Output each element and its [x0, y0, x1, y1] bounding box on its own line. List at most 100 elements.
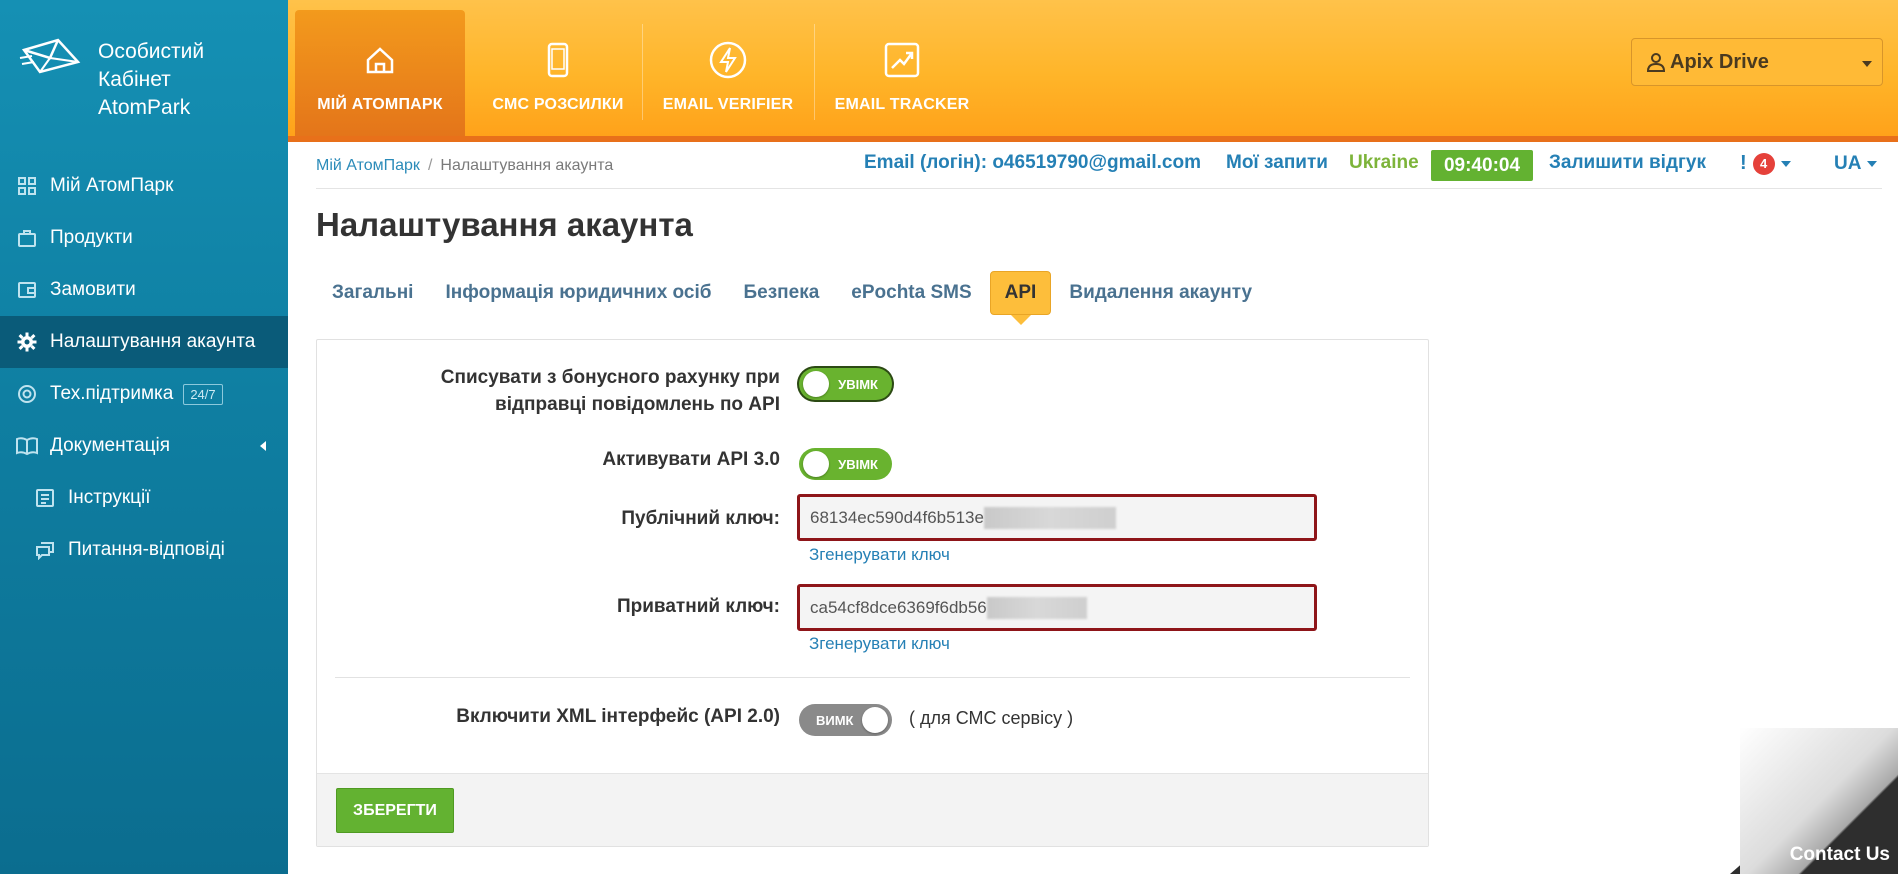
- logo[interactable]: Особистий Кабінет AtomPark: [18, 36, 204, 122]
- gear-icon: [16, 331, 38, 353]
- top-separator: [814, 24, 815, 120]
- private-key-label: Приватний ключ:: [616, 596, 780, 617]
- section-divider: [335, 677, 1410, 678]
- sidebar-item-label: Інструкції: [68, 487, 151, 508]
- toggle-knob: [862, 707, 888, 733]
- breadcrumb-home-link[interactable]: Мій АтомПарк: [316, 157, 420, 174]
- chart-up-icon: [884, 42, 920, 78]
- settings-tabs: Загальні Інформація юридичних осіб Безпе…: [316, 271, 1268, 325]
- save-button[interactable]: ЗБЕРЕГТИ: [336, 788, 454, 833]
- chevron-down-icon: [1862, 61, 1872, 67]
- alert-icon: !: [1740, 152, 1747, 174]
- login-email[interactable]: Email (логін): o46519790@gmail.com: [864, 152, 1201, 174]
- private-key-field[interactable]: ca54cf8dce6369f6db56: [797, 584, 1317, 631]
- tab-legal-entities[interactable]: Інформація юридичних осіб: [429, 271, 727, 315]
- sidebar-item-instructions[interactable]: Інструкції: [0, 472, 288, 524]
- toggle-state-label: ВИМК: [816, 712, 854, 728]
- notification-count-badge: 4: [1752, 152, 1775, 175]
- redacted-mask: [986, 596, 1087, 619]
- language-dropdown[interactable]: UA: [1834, 153, 1878, 175]
- xml-interface-toggle[interactable]: ВИМК: [799, 704, 892, 736]
- sidebar-item-label: Продукти: [50, 227, 133, 248]
- contact-us-label: Contact Us: [1789, 844, 1890, 865]
- api-settings-panel: Списувати з бонусного рахунку при відпра…: [316, 339, 1429, 847]
- breadcrumb: Мій АтомПарк / Налаштування акаунта: [316, 157, 613, 175]
- collapse-arrow-icon[interactable]: [260, 441, 266, 451]
- sidebar-item-documentation[interactable]: Документація: [0, 420, 288, 472]
- grid-icon: [16, 175, 38, 197]
- top-tab-email-tracker[interactable]: EMAIL TRACKER: [822, 10, 982, 136]
- api3-label: Активувати API 3.0: [602, 449, 780, 470]
- user-name: Apix Drive: [1670, 50, 1769, 73]
- clock-badge: 09:40:04: [1431, 150, 1533, 181]
- sidebar-nav: Мій АтомПарк Продукти Замовити Налаштува…: [0, 160, 288, 576]
- wallet-icon: [16, 279, 38, 301]
- top-tab-label: EMAIL VERIFIER: [662, 96, 794, 113]
- sidebar-item-order[interactable]: Замовити: [0, 264, 288, 316]
- top-tab-email-verifier[interactable]: EMAIL VERIFIER: [650, 10, 806, 136]
- generate-public-key-link[interactable]: Згенерувати ключ: [809, 545, 950, 565]
- chevron-down-icon: [1780, 160, 1791, 167]
- sidebar-item-label: Документація: [50, 435, 171, 456]
- xml-interface-note: ( для СМС сервісу ): [909, 708, 1074, 728]
- envelope-logo-icon: [19, 38, 81, 74]
- user-dropdown[interactable]: Apix Drive: [1631, 38, 1883, 86]
- tab-delete-account[interactable]: Видалення акаунту: [1053, 271, 1268, 315]
- api3-toggle[interactable]: УВІМК: [799, 448, 892, 480]
- toggle-state-label: УВІМК: [838, 376, 878, 392]
- contact-us-corner[interactable]: Contact Us: [1730, 728, 1898, 874]
- sidebar-item-label: Тех.підтримка: [50, 383, 174, 404]
- xml-interface-label: Включити XML інтерфейс (API 2.0): [456, 706, 780, 727]
- chevron-down-icon: [1867, 161, 1878, 167]
- sidebar-item-products[interactable]: Продукти: [0, 212, 288, 264]
- sidebar-item-label: Налаштування акаунта: [50, 331, 256, 352]
- support-hours-badge: 24/7: [183, 383, 223, 405]
- top-accent-line: [288, 136, 1898, 142]
- user-icon: [1646, 53, 1666, 72]
- bonus-account-label: Списувати з бонусного рахунку при відпра…: [440, 367, 780, 415]
- tab-security[interactable]: Безпека: [727, 271, 835, 315]
- tab-general[interactable]: Загальні: [316, 271, 429, 315]
- lifebuoy-icon: [16, 383, 38, 405]
- sidebar-item-faq[interactable]: Питання-відповіді: [0, 524, 288, 576]
- country-label: Ukraine: [1349, 152, 1419, 173]
- toggle-state-label: УВІМК: [838, 456, 878, 472]
- top-separator: [642, 24, 643, 120]
- home-icon: [366, 47, 394, 74]
- generate-private-key-link[interactable]: Згенерувати ключ: [809, 634, 950, 654]
- feedback-link[interactable]: Залишити відгук: [1549, 152, 1706, 174]
- public-key-value: 68134ec590d4f6b513e: [810, 507, 984, 527]
- bonus-account-toggle[interactable]: УВІМК: [799, 368, 892, 400]
- list-icon: [34, 487, 56, 509]
- phone-icon: [547, 42, 569, 78]
- panel-footer: ЗБЕРЕГТИ: [317, 773, 1428, 846]
- top-tab-label: СМС РОЗСИЛКИ: [492, 96, 624, 113]
- sidebar-item-label: Мій АтомПарк: [50, 175, 174, 196]
- page-title: Налаштування акаунта: [316, 206, 693, 243]
- bag-icon: [16, 227, 38, 249]
- sidebar-item-label: Питання-відповіді: [68, 539, 225, 560]
- sidebar-item-support[interactable]: Тех.підтримка 24/7: [0, 368, 288, 420]
- toggle-knob: [803, 451, 829, 477]
- my-requests-link[interactable]: Мої запити: [1226, 152, 1328, 174]
- notifications-dropdown[interactable]: ! 4: [1740, 152, 1791, 175]
- sidebar-item-my-atompark[interactable]: Мій АтомПарк: [0, 160, 288, 212]
- top-tab-sms[interactable]: СМС РОЗСИЛКИ: [478, 10, 638, 136]
- chat-icon: [34, 539, 56, 561]
- breadcrumb-separator: /: [427, 157, 433, 174]
- tab-epochta-sms[interactable]: ePochta SMS: [835, 271, 987, 315]
- private-key-value: ca54cf8dce6369f6db56: [810, 597, 987, 617]
- toggle-knob: [803, 371, 829, 397]
- tab-api[interactable]: API: [989, 271, 1052, 325]
- redacted-mask: [983, 506, 1116, 529]
- sidebar-item-label: Замовити: [50, 279, 136, 300]
- top-tab-label: МІЙ АТОМПАРК: [317, 96, 443, 113]
- top-tab-my-atompark[interactable]: МІЙ АТОМПАРК: [295, 10, 465, 136]
- sidebar: Особистий Кабінет AtomPark Мій АтомПарк …: [0, 0, 288, 874]
- sidebar-item-account-settings[interactable]: Налаштування акаунта: [0, 316, 288, 368]
- header-divider: [316, 188, 1882, 189]
- public-key-label: Публічний ключ:: [621, 508, 780, 529]
- public-key-field[interactable]: 68134ec590d4f6b513e: [797, 494, 1317, 541]
- language-label: UA: [1834, 153, 1862, 174]
- bolt-icon: [709, 41, 747, 79]
